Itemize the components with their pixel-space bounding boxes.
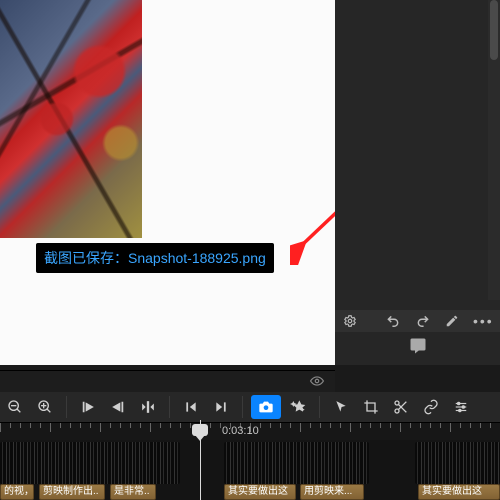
preview-footer (0, 370, 335, 392)
waveform (0, 442, 180, 484)
timeline-track[interactable]: 的视，剪映制作出..是非常..其实要做出这用剪映来...其实要做出这 (0, 440, 500, 500)
zoom-out-button[interactable] (2, 395, 28, 419)
waveform (224, 442, 369, 484)
right-toolbar: ••• (335, 310, 500, 332)
mark-in-button[interactable] (178, 395, 204, 419)
waveform (415, 442, 500, 484)
clip[interactable]: 的视， (0, 484, 34, 500)
snapshot-toast: 截图已保存：Snapshot-188925.png (36, 243, 274, 273)
trim-right-button[interactable] (105, 395, 131, 419)
snapshot-button[interactable] (251, 395, 281, 419)
undo-icon[interactable] (385, 314, 401, 328)
chat-icon[interactable] (409, 337, 427, 360)
scissors-button[interactable] (388, 395, 414, 419)
video-frame (0, 0, 142, 238)
playhead[interactable] (200, 420, 201, 500)
clip[interactable]: 剪映制作出.. (39, 484, 105, 500)
clip[interactable]: 其实要做出这 (224, 484, 296, 500)
split-button[interactable] (135, 395, 161, 419)
trim-left-button[interactable] (75, 395, 101, 419)
clip[interactable]: 用剪映来... (300, 484, 364, 500)
preview-area: 截图已保存：Snapshot-188925.png (0, 0, 335, 365)
clip[interactable]: 是非常.. (110, 484, 156, 500)
timeline-toolbar (0, 392, 500, 422)
mark-out-button[interactable] (208, 395, 234, 419)
adjust-button[interactable] (448, 395, 474, 419)
crop-button[interactable] (358, 395, 384, 419)
visibility-icon[interactable] (309, 374, 325, 391)
redo-icon[interactable] (415, 314, 431, 328)
magic-button[interactable] (285, 395, 311, 419)
clip[interactable]: 其实要做出这 (418, 484, 500, 500)
playhead-time: 0:03:10 (222, 425, 259, 437)
pencil-icon[interactable] (445, 314, 459, 328)
chat-row (335, 332, 500, 365)
link-button[interactable] (418, 395, 444, 419)
pointer-button[interactable] (328, 395, 354, 419)
zoom-in-button[interactable] (32, 395, 58, 419)
right-scrollbar[interactable] (488, 0, 500, 300)
snapshot-message: 截图已保存：Snapshot-188925.png (44, 250, 266, 266)
settings-icon[interactable] (343, 314, 357, 328)
right-panel: ••• (335, 0, 500, 365)
more-icon[interactable]: ••• (473, 313, 494, 329)
